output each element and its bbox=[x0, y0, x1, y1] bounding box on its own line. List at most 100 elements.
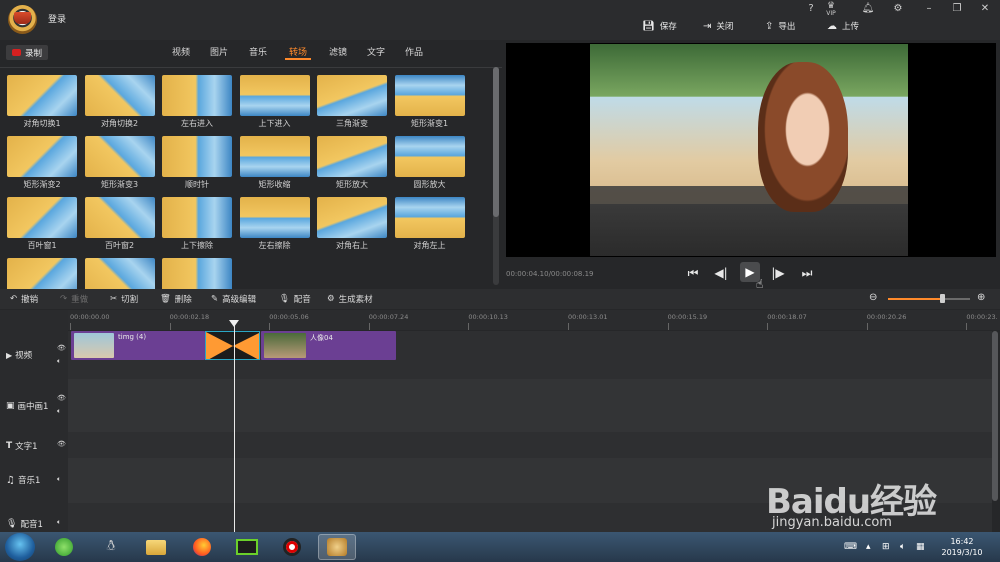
transition-item[interactable]: 矩形收缩 bbox=[239, 136, 310, 192]
close-window-icon[interactable]: ✕ bbox=[978, 3, 992, 14]
transition-item[interactable]: 顺时针 bbox=[162, 136, 232, 192]
speaker-icon[interactable]: 🔈︎ bbox=[57, 357, 61, 366]
upload-button[interactable]: ☁ 上传 bbox=[827, 19, 859, 33]
login-link[interactable]: 登录 bbox=[48, 12, 66, 25]
gear-icon[interactable]: ⚙ bbox=[891, 3, 905, 14]
taskbar-app-360[interactable] bbox=[45, 534, 83, 560]
video-clip-2[interactable]: 人像04 bbox=[261, 331, 396, 360]
skip-end-icon[interactable]: ⏭ bbox=[798, 264, 816, 282]
transition-label: 矩形收缩 bbox=[258, 180, 291, 189]
tab-text[interactable]: 文字 bbox=[365, 45, 387, 60]
help-icon[interactable]: ? bbox=[804, 3, 818, 14]
transition-item[interactable]: 百叶窗2 bbox=[84, 197, 155, 253]
minimize-icon[interactable]: – bbox=[922, 3, 936, 14]
library-scrollbar-thumb[interactable] bbox=[493, 67, 499, 217]
transition-item[interactable]: 对角左上 bbox=[394, 197, 465, 253]
advanced-edit-button[interactable]: ✎ 高级编辑 bbox=[211, 292, 256, 306]
playhead-handle[interactable] bbox=[229, 320, 239, 327]
taskbar-app-qq[interactable]: 🐧︎ bbox=[92, 534, 130, 560]
tab-transition[interactable]: 转场 bbox=[285, 45, 311, 60]
video-clip-1[interactable]: timg (4) bbox=[71, 331, 205, 360]
skip-start-icon[interactable]: ⏮ bbox=[684, 264, 702, 282]
transition-item[interactable]: 左右进入 bbox=[162, 75, 232, 131]
eye-icon[interactable]: 👁︎ bbox=[57, 344, 66, 352]
preview-frame-image bbox=[590, 44, 908, 256]
timeline-ruler[interactable]: 00:00:00.00 00:00:02.18 00:00:05.06 00:00:0… bbox=[68, 310, 1000, 330]
taskbar-app-firefox[interactable] bbox=[183, 534, 221, 560]
taskbar-app-media[interactable] bbox=[228, 534, 266, 560]
zoom-in-icon[interactable]: ⊕ bbox=[977, 292, 985, 303]
system-clock[interactable]: 16:42 2019/3/10 bbox=[930, 536, 994, 558]
pip-track-lane[interactable] bbox=[68, 379, 992, 432]
transition-item[interactable]: 三角渐变 bbox=[317, 75, 387, 131]
transition-item[interactable]: 矩形渐变3 bbox=[84, 136, 155, 192]
track-label: 文字1 bbox=[15, 442, 38, 452]
eye-icon[interactable]: 👁︎ bbox=[57, 440, 66, 448]
tab-image[interactable]: 图片 bbox=[208, 45, 230, 60]
speaker-icon[interactable]: 🔈︎ bbox=[57, 475, 61, 484]
text-icon: T bbox=[6, 441, 13, 451]
timeline-scrollbar[interactable] bbox=[992, 331, 998, 501]
transition-item[interactable]: 矩形放大 bbox=[317, 136, 387, 192]
eye-icon[interactable]: 👁︎ bbox=[57, 394, 66, 402]
usb-icon[interactable]: ⊞ bbox=[882, 542, 890, 552]
keyboard-icon[interactable]: ⌨ bbox=[844, 542, 857, 552]
transition-item[interactable]: 左右擦除 bbox=[239, 197, 310, 253]
start-button[interactable] bbox=[5, 533, 35, 561]
vip-label: VIP bbox=[826, 10, 836, 17]
clip-name: timg (4) bbox=[118, 333, 147, 341]
film-reel-icon: ⚙ bbox=[327, 294, 335, 304]
vip-icon[interactable]: ♛ VIP bbox=[824, 2, 838, 18]
speaker-icon[interactable]: 🔈︎ bbox=[57, 407, 61, 416]
playhead-line[interactable] bbox=[234, 322, 235, 532]
zoom-slider-handle[interactable] bbox=[939, 294, 945, 303]
transition-item[interactable]: 对角右上 bbox=[317, 197, 387, 253]
transition-thumbnail bbox=[394, 136, 465, 177]
zoom-out-icon[interactable]: ⊖ bbox=[869, 292, 877, 303]
transition-thumbnail bbox=[239, 75, 310, 116]
bell-icon[interactable]: 🔔︎ bbox=[861, 3, 875, 14]
taskbar-app-editor[interactable] bbox=[318, 534, 356, 560]
taskbar-app-recorder[interactable] bbox=[273, 534, 311, 560]
cloud-upload-icon: ☁ bbox=[827, 20, 837, 32]
undo-button[interactable]: ↶ 撤销 bbox=[10, 292, 38, 306]
tab-filter[interactable]: 滤镜 bbox=[327, 45, 349, 60]
step-back-icon[interactable]: ◀︎| bbox=[712, 264, 730, 282]
record-button[interactable]: 录制 bbox=[6, 45, 48, 60]
transition-item[interactable]: 上下擦除 bbox=[162, 197, 232, 253]
delete-button[interactable]: 🗑︎ 删除 bbox=[160, 292, 192, 306]
redo-button[interactable]: ↷ 重做 bbox=[60, 292, 88, 306]
transition-item[interactable]: 矩形渐变2 bbox=[7, 136, 77, 192]
save-button[interactable]: 💾︎ 保存 bbox=[642, 19, 677, 33]
tray-arrow-icon[interactable]: ▴ bbox=[866, 542, 871, 552]
restore-icon[interactable]: ❐ bbox=[950, 3, 964, 14]
transition-item[interactable]: 矩形渐变1 bbox=[394, 75, 465, 131]
transition-block[interactable] bbox=[205, 331, 260, 360]
transition-item[interactable]: 对角切换2 bbox=[84, 75, 155, 131]
generate-material-button[interactable]: ⚙ 生成素材 bbox=[327, 292, 373, 306]
network-icon[interactable]: ▦ bbox=[916, 542, 925, 552]
music-icon: ♫ bbox=[6, 474, 15, 486]
volume-icon[interactable]: 🔈︎ bbox=[900, 542, 905, 552]
taskbar-app-explorer[interactable] bbox=[137, 534, 175, 560]
edit-toolbar bbox=[0, 289, 1000, 309]
transition-item[interactable]: 对角切换1 bbox=[7, 75, 77, 131]
clock-time: 16:42 bbox=[950, 537, 974, 546]
trash-icon: 🗑︎ bbox=[160, 294, 171, 304]
delete-label: 删除 bbox=[174, 295, 192, 305]
ruler-label: 00:00:18.07 bbox=[767, 313, 807, 321]
penguin-icon: 🐧︎ bbox=[106, 538, 116, 554]
transition-item[interactable]: 圆形放大 bbox=[394, 136, 465, 192]
cut-button[interactable]: ✂ 切割 bbox=[110, 292, 138, 306]
tab-video[interactable]: 视频 bbox=[170, 45, 192, 60]
speaker-icon[interactable]: 🔈︎ bbox=[57, 518, 61, 527]
dub-button[interactable]: 🎙︎ 配音 bbox=[279, 292, 311, 306]
transition-item[interactable]: 上下进入 bbox=[239, 75, 310, 131]
tab-works[interactable]: 作品 bbox=[403, 45, 425, 60]
tab-music[interactable]: 音乐 bbox=[247, 45, 269, 60]
step-forward-icon[interactable]: |▶︎ bbox=[769, 264, 787, 282]
transition-item[interactable]: 百叶窗1 bbox=[7, 197, 77, 253]
close-button[interactable]: ⇥ 关闭 bbox=[703, 19, 733, 33]
text-track-lane[interactable] bbox=[68, 432, 992, 458]
export-button[interactable]: ⇪ 导出 bbox=[765, 19, 795, 33]
